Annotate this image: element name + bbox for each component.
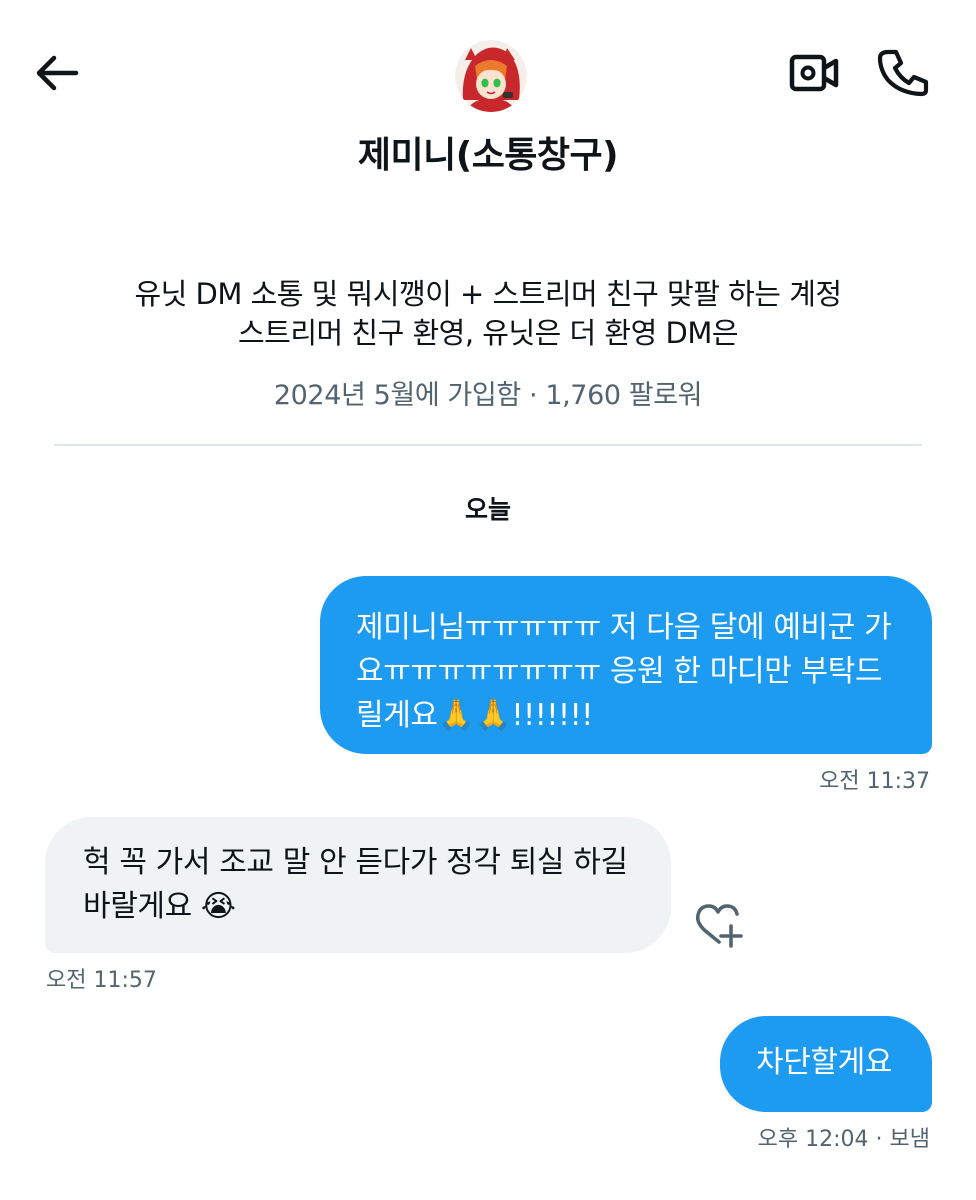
arrow-left-icon xyxy=(36,55,79,91)
message-bubble-outgoing[interactable]: 제미니님ㅠㅠㅠㅠㅠ 저 다음 달에 예비군 가 요ㅠㅠㅠㅠㅠㅠㅠㅠ 응원 한 마… xyxy=(320,576,932,754)
message-text-line: 헉 꼭 가서 조교 말 안 듣다가 정각 퇴실 하길 xyxy=(83,845,628,880)
message-text-line: 릴게요🙏🙏!!!!!!! xyxy=(356,698,593,733)
message-text-line: 제미니님ㅠㅠㅠㅠㅠ 저 다음 달에 예비군 가 xyxy=(356,610,892,645)
video-call-button[interactable] xyxy=(788,50,840,96)
phone-icon xyxy=(877,49,929,97)
message-bubble-outgoing[interactable]: 차단할게요 xyxy=(720,1016,932,1112)
follower-count[interactable]: 1,760 팔로워 xyxy=(545,380,702,411)
message-timestamp: 오전 11:57 xyxy=(46,968,157,993)
message-text-line: 바랄게요 😭 xyxy=(83,889,236,924)
joined-date: 2024년 5월에 가입함 xyxy=(273,380,521,411)
avatar[interactable] xyxy=(455,40,527,112)
conversation-title[interactable]: 제미니(소통창구) xyxy=(0,126,976,178)
video-camera-icon xyxy=(789,54,839,92)
message-timestamp-sent: 오후 12:04 · 보냄 xyxy=(757,1127,930,1152)
profile-divider xyxy=(54,444,922,446)
meta-separator: · xyxy=(528,380,538,411)
profile-bio-line-2: 스트리머 친구 환영, 유닛은 더 환영 DM은 xyxy=(237,316,739,350)
message-timestamp: 오전 11:37 xyxy=(819,769,930,794)
back-button[interactable] xyxy=(30,50,82,96)
add-reaction-button[interactable] xyxy=(692,902,744,950)
profile-meta: 2024년 5월에 가입함 · 1,760 팔로워 xyxy=(0,373,976,412)
message-bubble-incoming[interactable]: 헉 꼭 가서 조교 말 안 듣다가 정각 퇴실 하길 바랄게요 😭 xyxy=(45,817,671,953)
profile-bio-line-1: 유닛 DM 소통 및 뭐시깽이 + 스트리머 친구 맞팔 하는 계정 xyxy=(134,277,842,311)
heart-plus-icon xyxy=(695,904,743,948)
avatar-illustration xyxy=(455,40,527,112)
message-text-line: 차단할게요 xyxy=(756,1045,892,1080)
voice-call-button[interactable] xyxy=(876,46,932,98)
message-text-line: 요ㅠㅠㅠㅠㅠㅠㅠㅠ 응원 한 마디만 부탁드 xyxy=(356,654,883,689)
day-separator: 오늘 xyxy=(464,495,511,524)
